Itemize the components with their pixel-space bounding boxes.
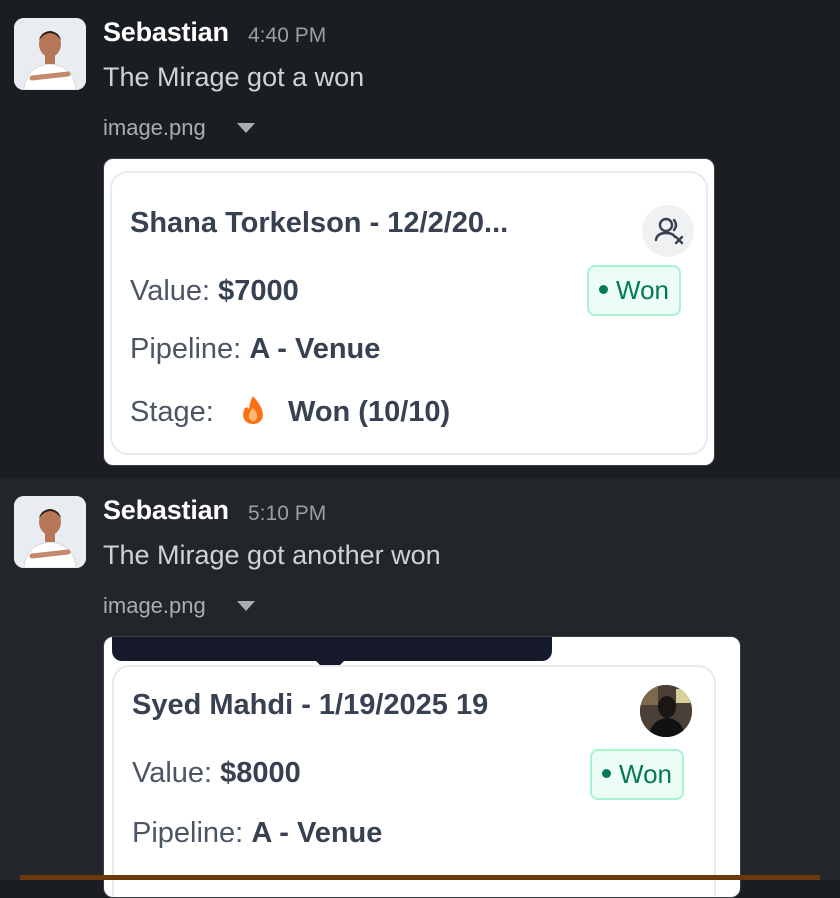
contact-remove-icon [642,205,694,257]
pipeline-label: Pipeline: [130,333,242,365]
collapse-caret-icon[interactable] [237,601,255,611]
bottom-edge-bar [20,875,820,880]
status-badge: Won [590,749,684,800]
deal-pipeline: A - Venue [251,817,383,849]
value-label: Value: [132,757,213,789]
deal-title: Shana Torkelson - 12/2/20... [130,207,509,239]
attachment-filename[interactable]: image.png [103,593,206,619]
message: Sebastian 4:40 PM The Mirage got a won i… [0,0,840,478]
deal-stage: Won (10/10) [287,396,451,428]
message-timestamp[interactable]: 5:10 PM [248,502,326,526]
status-badge: Won [587,265,681,316]
deal-stage-row: Stage: Won (10/10) [130,395,450,433]
deal-value-row: Value: $7000 [130,275,299,308]
pipeline-label: Pipeline: [132,817,244,849]
deal-pipeline-row: Pipeline: A - Venue [130,333,380,366]
contact-avatar [640,685,692,737]
deal-value: $8000 [220,757,301,789]
avatar[interactable] [14,18,86,90]
stage-label: Stage: [130,396,214,428]
deal-title: Syed Mahdi - 1/19/2025 19 [132,689,489,721]
status-text: Won [616,275,669,305]
attachment-image[interactable]: Shana Torkelson - 12/2/20... Value: $700… [103,158,715,466]
message: Sebastian 5:10 PM The Mirage got another… [0,478,840,898]
message-author[interactable]: Sebastian [103,495,229,526]
attachment-filename[interactable]: image.png [103,115,206,141]
value-label: Value: [130,275,211,307]
tooltip [112,637,552,661]
status-dot [602,768,611,778]
message-text: The Mirage got another won [103,540,441,570]
attachment-image[interactable]: Syed Mahdi - 1/19/2025 19 Value: $8000 W… [103,636,741,898]
message-text: The Mirage got a won [103,62,365,92]
status-text: Won [619,759,672,789]
deal-value: $7000 [218,275,299,307]
deal-card: Shana Torkelson - 12/2/20... Value: $700… [110,171,708,455]
deal-pipeline: A - Venue [249,333,381,365]
message-author[interactable]: Sebastian [103,17,229,48]
status-dot [599,284,608,294]
fire-icon [240,395,266,433]
deal-value-row: Value: $8000 [132,757,301,790]
avatar[interactable] [14,496,86,568]
message-timestamp[interactable]: 4:40 PM [248,24,326,48]
collapse-caret-icon[interactable] [237,123,255,133]
deal-pipeline-row: Pipeline: A - Venue [132,817,382,850]
deal-card: Syed Mahdi - 1/19/2025 19 Value: $8000 W… [112,665,716,897]
